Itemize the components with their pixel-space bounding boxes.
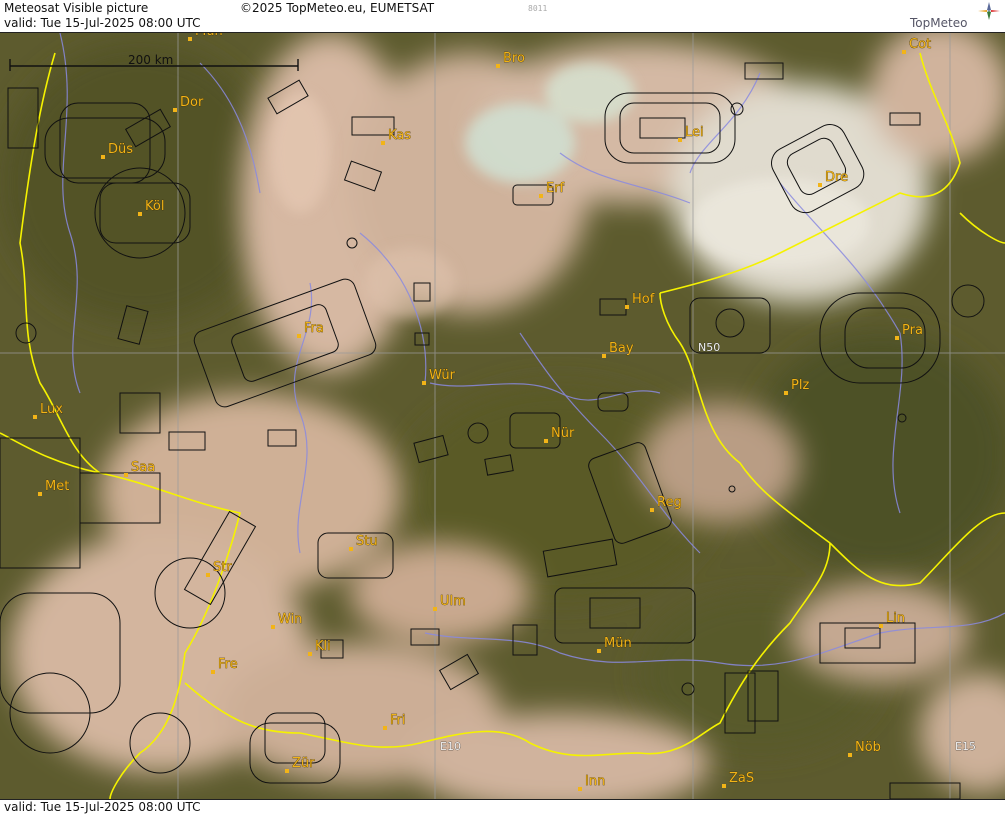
city-marker-dre bbox=[818, 183, 822, 187]
city-label-erf[interactable]: Erf bbox=[546, 181, 565, 197]
image-code: 8011 bbox=[528, 4, 548, 13]
city-label-nob[interactable]: Nöb bbox=[855, 740, 882, 756]
satellite-viewer: Meteosat Visible picture valid: Tue 15-J… bbox=[0, 0, 1005, 814]
city-label-lei[interactable]: Lei bbox=[685, 125, 704, 141]
city-marker-ulm bbox=[433, 607, 437, 611]
product-title: Meteosat Visible picture bbox=[4, 1, 149, 15]
city-label-mun[interactable]: Mün bbox=[604, 636, 632, 652]
city-label-ulm[interactable]: Ulm bbox=[440, 594, 466, 610]
city-label-saa[interactable]: Saa bbox=[131, 460, 156, 476]
city-label-lux[interactable]: Lux bbox=[40, 402, 64, 418]
copyright-text: ©2025 TopMeteo.eu, EUMETSAT bbox=[240, 1, 435, 15]
city-label-stu[interactable]: Stu bbox=[356, 534, 378, 550]
city-marker-met bbox=[38, 492, 42, 496]
city-label-zur[interactable]: Zür bbox=[292, 756, 316, 772]
city-marker-fre bbox=[211, 670, 215, 674]
grid-label-e15: E15 bbox=[955, 740, 976, 753]
grid-label-n50: N50 bbox=[698, 341, 720, 354]
logo-text: TopMeteo bbox=[910, 16, 968, 30]
city-label-fre[interactable]: Fre bbox=[218, 657, 238, 673]
city-label-dor[interactable]: Dor bbox=[180, 95, 205, 111]
city-label-hof[interactable]: Hof bbox=[632, 292, 655, 308]
city-label-fra[interactable]: Fra bbox=[304, 321, 324, 337]
header-bar: Meteosat Visible picture valid: Tue 15-J… bbox=[0, 0, 1005, 33]
city-label-dus[interactable]: Düs bbox=[108, 142, 134, 158]
city-label-inn[interactable]: Inn bbox=[585, 774, 606, 790]
city-marker-bro bbox=[496, 64, 500, 68]
city-label-plz[interactable]: Plz bbox=[791, 378, 810, 394]
city-marker-win bbox=[271, 625, 275, 629]
city-marker-kol bbox=[138, 212, 142, 216]
city-label-str[interactable]: Str bbox=[213, 560, 233, 576]
city-label-dre[interactable]: Dre bbox=[825, 170, 849, 186]
city-label-bay[interactable]: Bay bbox=[609, 341, 634, 357]
city-marker-mun bbox=[597, 649, 601, 653]
city-label-cot[interactable]: Cot bbox=[909, 37, 932, 53]
city-label-pra[interactable]: Pra bbox=[902, 323, 924, 339]
footer-bar: valid: Tue 15-Jul-2025 08:00 UTC bbox=[0, 799, 1005, 814]
satellite-map[interactable]: N50 E10 E15 200 km Bro Cot Dor Kas Lei D… bbox=[0, 33, 1005, 799]
map-canvas[interactable]: N50 E10 E15 200 km BroCotDorKas LeiDüsEr… bbox=[0, 33, 1005, 799]
city-marker-fra bbox=[297, 334, 301, 338]
grid-label-e10: E10 bbox=[440, 740, 461, 753]
scale-bar-label: 200 km bbox=[128, 53, 173, 67]
city-marker-mun-top bbox=[188, 37, 192, 41]
city-label-zas[interactable]: ZaS bbox=[729, 771, 755, 787]
city-marker-nob bbox=[848, 753, 852, 757]
city-marker-dus bbox=[101, 155, 105, 159]
city-marker-dor bbox=[173, 108, 177, 112]
footer-valid-time: valid: Tue 15-Jul-2025 08:00 UTC bbox=[4, 800, 201, 814]
city-marker-kas bbox=[381, 141, 385, 145]
compass-star-icon bbox=[978, 2, 1000, 20]
city-marker-wur bbox=[422, 381, 426, 385]
city-label-kas[interactable]: Kas bbox=[388, 128, 412, 144]
city-label-reg[interactable]: Reg bbox=[657, 495, 682, 511]
city-marker-reg bbox=[650, 508, 654, 512]
city-marker-bay bbox=[602, 354, 606, 358]
city-label-bro[interactable]: Bro bbox=[503, 51, 526, 67]
city-label-kli[interactable]: Kli bbox=[315, 639, 331, 655]
city-label-nur[interactable]: Nür bbox=[551, 426, 576, 442]
city-label-lin[interactable]: Lin bbox=[886, 611, 906, 627]
city-marker-lei bbox=[678, 138, 682, 142]
city-marker-lin bbox=[879, 624, 883, 628]
city-label-fri[interactable]: Fri bbox=[390, 713, 406, 729]
city-label-win[interactable]: Win bbox=[278, 612, 303, 628]
valid-time: valid: Tue 15-Jul-2025 08:00 UTC bbox=[4, 16, 201, 30]
city-label-wur[interactable]: Wür bbox=[429, 368, 456, 384]
city-marker-plz bbox=[784, 391, 788, 395]
city-label-met[interactable]: Met bbox=[45, 479, 70, 495]
city-marker-kli bbox=[308, 652, 312, 656]
city-marker-fri bbox=[383, 726, 387, 730]
city-marker-lux bbox=[33, 415, 37, 419]
city-marker-nur bbox=[544, 439, 548, 443]
city-marker-str bbox=[206, 573, 210, 577]
city-marker-hof bbox=[625, 305, 629, 309]
city-marker-erf bbox=[539, 194, 543, 198]
city-marker-pra bbox=[895, 336, 899, 340]
city-marker-zur bbox=[285, 769, 289, 773]
city-marker-zas bbox=[722, 784, 726, 788]
city-marker-cot bbox=[902, 50, 906, 54]
city-marker-inn bbox=[578, 787, 582, 791]
city-marker-saa bbox=[124, 473, 128, 477]
city-marker-stu bbox=[349, 547, 353, 551]
city-label-mun-top[interactable]: Mün bbox=[195, 33, 223, 39]
city-label-kol[interactable]: Köl bbox=[145, 199, 165, 215]
topmeteo-logo[interactable]: TopMeteo bbox=[908, 2, 1002, 32]
